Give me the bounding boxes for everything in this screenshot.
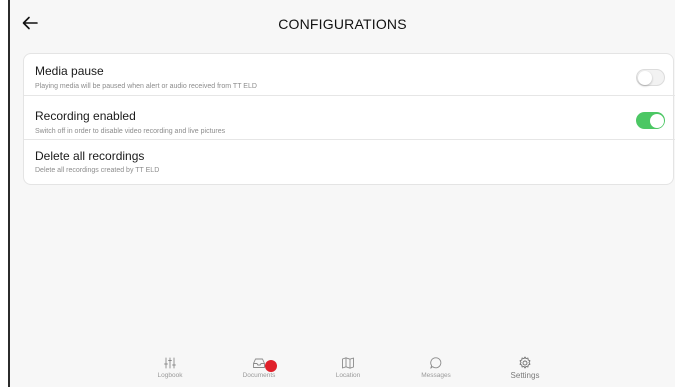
nav-item-location[interactable]: Location <box>313 356 383 387</box>
map-icon <box>342 357 354 369</box>
nav-item-settings[interactable]: Settings <box>490 356 560 387</box>
nav-item-documents[interactable]: Documents <box>224 356 294 387</box>
gear-icon <box>519 356 531 369</box>
nav-label: Settings <box>510 371 540 380</box>
nav-item-messages[interactable]: Messages <box>401 356 471 387</box>
toggle-knob <box>650 113 664 128</box>
app-frame: CONFIGURATIONS Media pause Playing media… <box>8 0 675 387</box>
sliders-icon <box>164 357 176 369</box>
setting-subtitle: Switch off in order to disable video rec… <box>35 128 226 135</box>
nav-label: Logbook <box>157 372 183 379</box>
bottom-nav: Logbook Documents Location Messages Sett… <box>10 356 675 387</box>
media-pause-toggle[interactable] <box>636 69 665 86</box>
page-title: CONFIGURATIONS <box>278 16 407 32</box>
nav-label: Location <box>335 372 361 379</box>
setting-subtitle: Delete all recordings created by TT ELD <box>35 167 160 174</box>
settings-card: Media pause Playing media will be paused… <box>23 53 675 185</box>
setting-title: Media pause <box>35 64 104 78</box>
recording-enabled-toggle[interactable] <box>636 112 665 129</box>
setting-delete-all-recordings[interactable]: Delete all recordings Delete all recordi… <box>24 141 675 183</box>
setting-media-pause[interactable]: Media pause Playing media will be paused… <box>24 54 675 96</box>
setting-subtitle: Playing media will be paused when alert … <box>35 83 257 90</box>
nav-item-logbook[interactable]: Logbook <box>135 356 205 387</box>
header: CONFIGURATIONS <box>10 0 675 44</box>
setting-title: Recording enabled <box>35 109 136 123</box>
nav-label: Messages <box>421 372 451 379</box>
setting-title: Delete all recordings <box>35 149 145 163</box>
inbox-icon <box>253 358 265 368</box>
notification-badge <box>265 360 277 372</box>
chat-bubble-icon <box>430 357 442 369</box>
toggle-knob <box>638 71 652 85</box>
setting-recording-enabled[interactable]: Recording enabled Switch off in order to… <box>24 99 675 140</box>
nav-label: Documents <box>242 372 276 379</box>
